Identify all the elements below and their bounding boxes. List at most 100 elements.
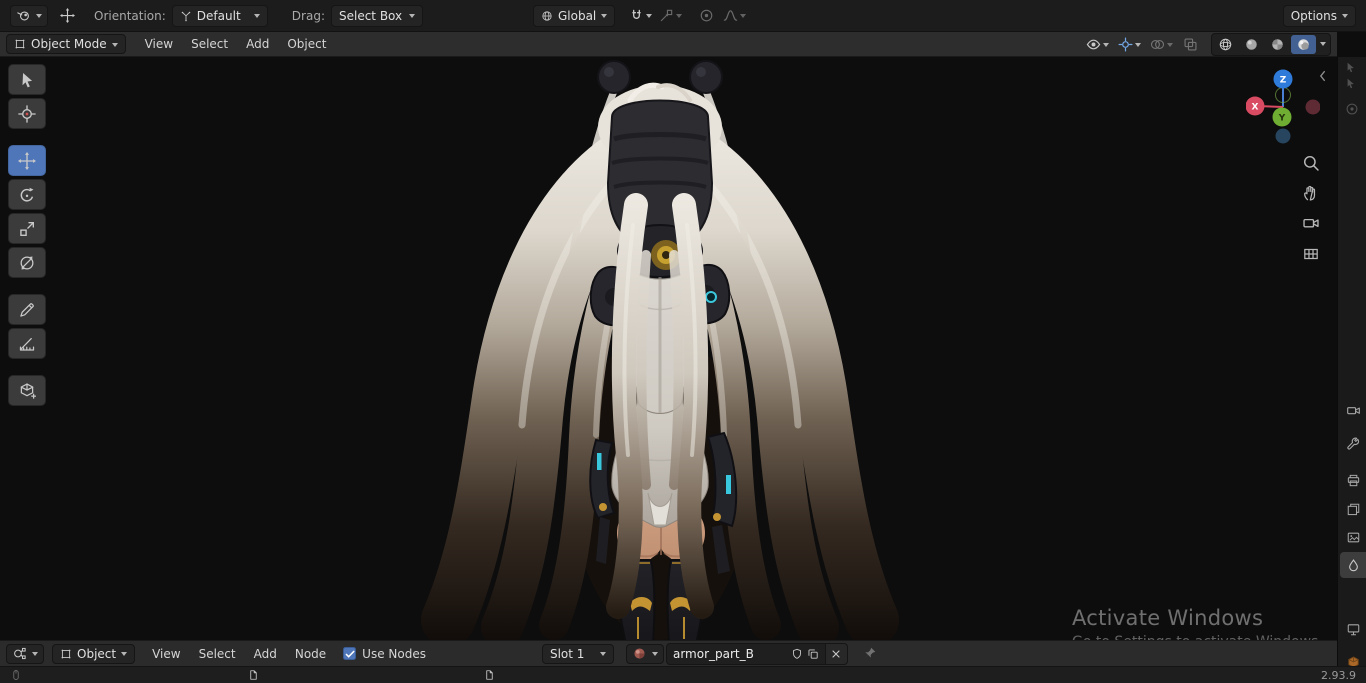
sidebar-collapse-icon[interactable] (1316, 69, 1330, 83)
fake-user-shield-icon[interactable] (791, 648, 803, 660)
topbar: Orientation: Default Drag: Select Box Gl… (0, 0, 1366, 32)
properties-tab-material[interactable] (1340, 552, 1366, 578)
use-nodes-checkbox[interactable] (343, 647, 357, 660)
xray-toggle[interactable] (1177, 33, 1203, 55)
blender-logo-icon (16, 8, 31, 23)
snap-settings-dropdown[interactable] (655, 5, 685, 27)
wrench-icon (1346, 437, 1361, 452)
mouse-indicator-icon (10, 669, 22, 681)
pin-icon[interactable] (862, 646, 877, 661)
monitor-icon (1346, 622, 1361, 637)
magnet-icon (629, 8, 644, 23)
shading-solid-button[interactable] (1239, 35, 1264, 54)
chevron-down-icon (739, 14, 746, 18)
drag-dropdown[interactable]: Select Box (330, 4, 423, 27)
viewport-header: Object Mode View Select Add Object (0, 32, 1337, 57)
gizmo-z-label[interactable]: Z (1280, 76, 1287, 86)
visibility-dropdown[interactable] (1081, 33, 1113, 55)
material-browse-dropdown[interactable] (625, 643, 664, 664)
menu-object[interactable]: Object (278, 34, 335, 54)
camera-view-icon[interactable] (1302, 214, 1320, 232)
zoom-icon[interactable] (1302, 154, 1320, 172)
menu-view[interactable]: View (136, 34, 182, 54)
node-menu-select[interactable]: Select (190, 644, 245, 664)
ortho-grid-icon[interactable] (1302, 245, 1320, 263)
tool-measure[interactable] (8, 328, 46, 359)
annotate-pen-icon (18, 301, 36, 319)
overlays-icon (1150, 37, 1165, 52)
chevron-down-icon (1342, 14, 1348, 18)
gizmos-dropdown[interactable] (1113, 33, 1145, 55)
properties-tab-tool[interactable] (1340, 431, 1366, 457)
world-globe-icon (1346, 586, 1361, 601)
transform-orientation-dropdown[interactable]: Global (532, 4, 616, 27)
object-mode-icon (14, 38, 26, 50)
snap-toggle[interactable] (625, 5, 655, 27)
eye-icon (1086, 37, 1101, 52)
viewport-3d[interactable]: Z X Y Activate Windows Go to Settings to… (0, 57, 1337, 640)
proportional-falloff-dropdown[interactable] (719, 5, 749, 27)
properties-tab-scene[interactable] (1340, 524, 1366, 550)
properties-tab-world[interactable] (1340, 580, 1366, 606)
tool-rotate[interactable] (8, 179, 46, 210)
material-name-field[interactable]: armor_part_B (665, 642, 826, 665)
navigation-gizmo[interactable]: Z X Y (1246, 68, 1320, 146)
active-tool-icon-button[interactable] (54, 5, 80, 27)
shader-nodes-icon (12, 646, 27, 661)
photo-icon (1346, 530, 1361, 545)
properties-tab-view-layer[interactable] (1340, 496, 1366, 522)
menu-add[interactable]: Add (237, 34, 278, 54)
overlays-dropdown[interactable] (1145, 33, 1177, 55)
activate-windows-watermark: Activate Windows Go to Settings to activ… (1072, 606, 1323, 640)
character-model[interactable] (400, 57, 920, 640)
snap-target-icon (659, 8, 674, 23)
object-icon (60, 648, 72, 660)
pan-hand-icon[interactable] (1302, 184, 1320, 202)
chevron-down-icon (36, 14, 42, 18)
globe-icon (541, 10, 553, 22)
shading-wireframe-button[interactable] (1213, 35, 1238, 54)
chevron-down-icon (1102, 42, 1109, 47)
properties-tab-render[interactable] (1340, 397, 1366, 423)
properties-tab-data[interactable] (1340, 616, 1366, 642)
shading-material-button[interactable] (1265, 35, 1290, 54)
slot-dropdown[interactable]: Slot 1 (541, 643, 614, 664)
gizmo-x-label[interactable]: X (1252, 103, 1259, 113)
shading-rendered-button[interactable] (1291, 34, 1316, 54)
menu-select[interactable]: Select (182, 34, 237, 54)
axes-icon (180, 10, 192, 22)
solid-sphere-icon (1244, 37, 1259, 52)
proportional-editing-icon (699, 8, 714, 23)
tool-cursor[interactable] (8, 98, 46, 129)
mode-dropdown[interactable]: Object Mode (6, 34, 126, 54)
status-bar: 2.93.9 (0, 666, 1366, 683)
watermark-line1: Activate Windows (1072, 606, 1264, 630)
chevron-down-icon (601, 14, 608, 18)
chevron-down-icon (111, 42, 118, 47)
tool-add-cube[interactable] (8, 375, 46, 406)
tool-select-box[interactable] (8, 64, 46, 95)
node-menu-view[interactable]: View (143, 644, 189, 664)
shader-type-dropdown[interactable]: Object (52, 643, 136, 664)
node-menu-add[interactable]: Add (245, 644, 286, 664)
node-menu-node[interactable]: Node (286, 644, 335, 664)
tool-transform[interactable] (8, 247, 46, 278)
tool-annotate[interactable] (8, 294, 46, 325)
chevron-down-icon (1166, 42, 1173, 47)
options-dropdown[interactable]: Options (1282, 4, 1356, 27)
properties-tab-output[interactable] (1340, 467, 1366, 493)
duplicate-material-icon[interactable] (807, 648, 819, 660)
cursor-icon (18, 105, 36, 123)
editor-corner-page-icon (248, 668, 259, 682)
tool-scale[interactable] (8, 213, 46, 244)
blender-app-menu[interactable] (10, 4, 48, 27)
orientation-dropdown[interactable]: Default (171, 4, 268, 27)
proportional-editing-toggle[interactable] (693, 5, 719, 27)
unlink-material-button[interactable] (825, 642, 848, 665)
scale-icon (18, 220, 36, 238)
transform-icon (18, 254, 36, 272)
properties-tab-strip (1337, 57, 1366, 666)
editor-type-dropdown[interactable] (6, 643, 44, 664)
gizmo-y-label[interactable]: Y (1278, 114, 1286, 124)
tool-move[interactable] (8, 145, 46, 176)
